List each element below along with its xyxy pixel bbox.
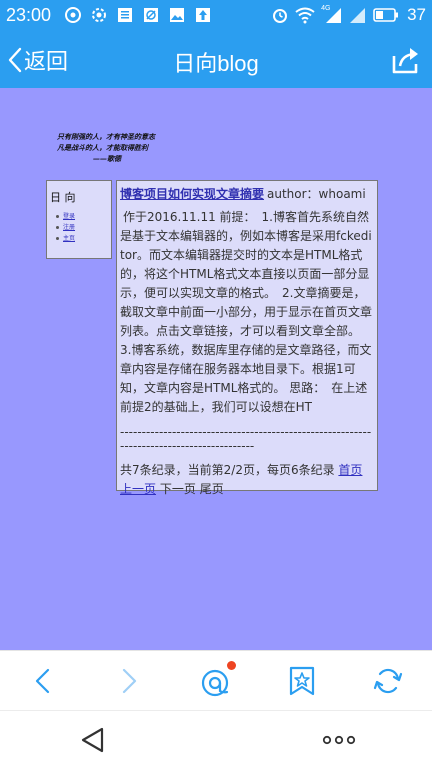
alarm-icon [273,9,288,23]
article-title-link[interactable]: 博客项目如何实现文章摘要 [120,187,264,201]
login-link[interactable]: 登录 [63,211,75,222]
prev-page-link[interactable]: 上一页 [120,482,156,496]
motto-line: 凡是战斗的人，才能取得胜利 [57,144,148,152]
last-page-label: 尾页 [199,482,224,496]
status-bar: 23:00 4G 37 [0,0,432,32]
wifi-icon [295,7,315,24]
share-icon[interactable] [390,44,422,76]
register-link[interactable]: 注册 [63,222,75,233]
system-indicators: 4G 37 [271,5,426,25]
bullet-icon [56,237,59,240]
forward-icon[interactable] [112,665,144,697]
pagination: 共7条纪录，当前第2/2页，每页6条纪录 首页 上一页 下一页 尾页 [120,461,374,499]
back-icon[interactable] [28,665,60,697]
next-page-label: 下一页 [159,482,196,496]
motto-line: 只有刚强的人，才有神圣的意志 [57,133,155,141]
list-item: 登录 [56,211,75,222]
article-author: author：whoami [267,187,366,201]
motto: 只有刚强的人，才有神圣的意志 凡是战斗的人，才能取得胜利 ——歌德 [57,132,155,165]
more-options-icon[interactable] [322,735,356,745]
list-item: 注册 [56,222,75,233]
battery-percent: 37 [407,5,426,24]
pagination-summary: 共7条纪录，当前第2/2页，每页6条纪录 [120,463,335,477]
circle-icon [65,7,81,23]
battery-icon [373,8,399,22]
side-nav-title: 日 向 [50,191,76,204]
article-summary: 作于2016.11.11 前提： 1.博客首先系统自然是基于文本编辑器的，例如本… [120,210,373,414]
browser-toolbar [0,650,432,710]
article-card: 博客项目如何实现文章摘要 author：whoami 作于2016.11.11 前… [116,180,378,496]
document-icon [118,8,132,22]
page-title: 日向blog [173,51,259,76]
signal-icon: 4G [321,5,343,24]
article-header: 博客项目如何实现文章摘要 author：whoami [120,185,374,204]
refresh-icon[interactable] [372,665,404,697]
first-page-link[interactable]: 首页 [338,463,362,477]
bullet-icon [56,215,59,218]
signal-icon [350,8,366,23]
bookmark-star-icon[interactable] [286,665,318,697]
list-item: 主页 [56,233,75,244]
chat-button[interactable] [199,661,236,699]
app-header: 返回 日向blog [0,32,432,88]
upload-icon [196,8,210,22]
gear-icon [92,8,106,22]
web-content[interactable]: 只有刚强的人，才有神圣的意志 凡是战斗的人，才能取得胜利 ——歌德 日 向 登录… [0,88,432,650]
no-image-icon [144,8,158,22]
status-time: 23:00 [6,5,52,25]
notification-badge [227,661,236,670]
motto-signature: ——歌德 [93,155,121,163]
bullet-icon [56,226,59,229]
notification-icons [64,6,212,24]
image-icon [170,8,184,22]
home-link[interactable]: 主页 [63,233,75,244]
side-nav: 日 向 登录 注册 主页 [46,180,112,259]
divider: ----------------------------------------… [120,425,372,453]
chat-icon [201,669,229,697]
system-nav-bar [0,710,432,768]
system-back-icon[interactable] [80,727,106,753]
side-nav-list: 登录 注册 主页 [56,211,75,244]
